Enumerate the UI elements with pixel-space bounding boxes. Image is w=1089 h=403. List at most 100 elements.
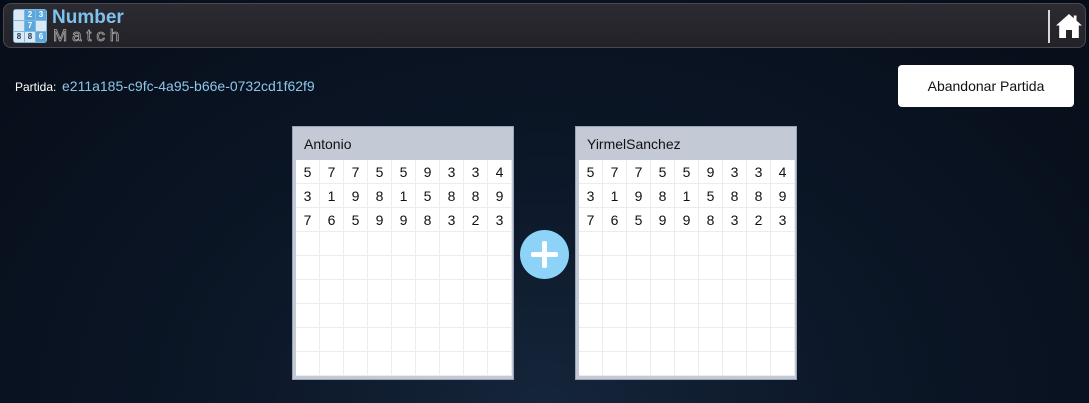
grid-cell[interactable] xyxy=(488,256,512,280)
grid-cell[interactable]: 2 xyxy=(464,208,488,232)
grid-cell[interactable]: 5 xyxy=(651,160,675,184)
grid-cell[interactable]: 9 xyxy=(392,208,416,232)
grid-cell[interactable]: 3 xyxy=(464,160,488,184)
grid-cell[interactable] xyxy=(416,352,440,376)
grid-cell[interactable]: 5 xyxy=(392,160,416,184)
grid-cell[interactable] xyxy=(771,352,795,376)
grid-cell[interactable]: 8 xyxy=(699,208,723,232)
grid-cell[interactable]: 8 xyxy=(723,184,747,208)
grid-cell[interactable] xyxy=(747,328,771,352)
grid-cell[interactable] xyxy=(579,232,603,256)
grid-cell[interactable]: 7 xyxy=(603,160,627,184)
grid-cell[interactable] xyxy=(723,232,747,256)
grid-cell[interactable] xyxy=(723,256,747,280)
home-button[interactable] xyxy=(1054,11,1084,41)
grid-cell[interactable] xyxy=(579,256,603,280)
grid-cell[interactable] xyxy=(440,232,464,256)
grid-cell[interactable] xyxy=(464,232,488,256)
grid-cell[interactable] xyxy=(747,304,771,328)
grid-cell[interactable] xyxy=(488,352,512,376)
grid-cell[interactable]: 3 xyxy=(579,184,603,208)
grid-cell[interactable] xyxy=(296,328,320,352)
grid-cell[interactable] xyxy=(603,328,627,352)
grid-cell[interactable]: 1 xyxy=(320,184,344,208)
grid-cell[interactable]: 3 xyxy=(723,160,747,184)
grid-cell[interactable]: 9 xyxy=(651,208,675,232)
grid-cell[interactable] xyxy=(627,256,651,280)
grid-cell[interactable] xyxy=(296,256,320,280)
grid-cell[interactable] xyxy=(392,352,416,376)
grid-cell[interactable] xyxy=(627,328,651,352)
grid-cell[interactable] xyxy=(651,280,675,304)
grid-cell[interactable] xyxy=(651,304,675,328)
grid-cell[interactable]: 3 xyxy=(488,208,512,232)
grid-cell[interactable] xyxy=(488,304,512,328)
grid-cell[interactable] xyxy=(440,304,464,328)
grid-cell[interactable] xyxy=(488,280,512,304)
grid-cell[interactable]: 9 xyxy=(675,208,699,232)
grid-cell[interactable] xyxy=(603,304,627,328)
grid-cell[interactable] xyxy=(627,352,651,376)
grid-cell[interactable]: 3 xyxy=(296,184,320,208)
grid-cell[interactable] xyxy=(675,304,699,328)
grid-cell[interactable] xyxy=(627,304,651,328)
grid-cell[interactable] xyxy=(344,280,368,304)
grid-cell[interactable]: 9 xyxy=(488,184,512,208)
grid-cell[interactable] xyxy=(723,352,747,376)
grid-cell[interactable]: 5 xyxy=(579,160,603,184)
grid-cell[interactable]: 9 xyxy=(699,160,723,184)
grid-cell[interactable]: 5 xyxy=(675,160,699,184)
grid-cell[interactable] xyxy=(699,256,723,280)
add-numbers-button[interactable] xyxy=(520,230,569,279)
grid-cell[interactable] xyxy=(368,352,392,376)
grid-cell[interactable]: 1 xyxy=(675,184,699,208)
grid-cell[interactable]: 9 xyxy=(771,184,795,208)
grid-cell[interactable] xyxy=(488,232,512,256)
grid-cell[interactable] xyxy=(579,328,603,352)
grid-cell[interactable] xyxy=(392,328,416,352)
grid-cell[interactable] xyxy=(320,232,344,256)
grid-cell[interactable] xyxy=(368,280,392,304)
grid-cell[interactable] xyxy=(320,352,344,376)
grid-cell[interactable]: 5 xyxy=(296,160,320,184)
grid-cell[interactable] xyxy=(392,304,416,328)
grid-cell[interactable] xyxy=(675,256,699,280)
grid-cell[interactable] xyxy=(699,304,723,328)
grid-cell[interactable] xyxy=(603,232,627,256)
grid-cell[interactable]: 5 xyxy=(416,184,440,208)
grid-cell[interactable] xyxy=(771,232,795,256)
grid-cell[interactable] xyxy=(464,256,488,280)
grid-cell[interactable]: 1 xyxy=(392,184,416,208)
grid-cell[interactable]: 6 xyxy=(320,208,344,232)
grid-cell[interactable] xyxy=(651,232,675,256)
grid-cell[interactable] xyxy=(416,256,440,280)
grid-cell[interactable] xyxy=(675,328,699,352)
grid-cell[interactable] xyxy=(320,280,344,304)
grid-cell[interactable]: 9 xyxy=(416,160,440,184)
grid-cell[interactable]: 7 xyxy=(296,208,320,232)
grid-cell[interactable]: 1 xyxy=(603,184,627,208)
grid-cell[interactable] xyxy=(368,304,392,328)
grid-cell[interactable] xyxy=(440,352,464,376)
grid-cell[interactable]: 6 xyxy=(603,208,627,232)
grid-cell[interactable]: 3 xyxy=(723,208,747,232)
grid-cell[interactable] xyxy=(344,256,368,280)
grid-cell[interactable] xyxy=(344,304,368,328)
grid-cell[interactable]: 7 xyxy=(579,208,603,232)
grid-cell[interactable] xyxy=(747,280,771,304)
grid-cell[interactable] xyxy=(771,304,795,328)
grid-cell[interactable] xyxy=(344,352,368,376)
grid-cell[interactable] xyxy=(464,328,488,352)
grid-cell[interactable] xyxy=(440,256,464,280)
grid-cell[interactable] xyxy=(464,280,488,304)
grid-cell[interactable] xyxy=(392,232,416,256)
grid-cell[interactable] xyxy=(296,304,320,328)
grid-cell[interactable] xyxy=(603,352,627,376)
grid-cell[interactable] xyxy=(651,256,675,280)
grid-cell[interactable] xyxy=(771,328,795,352)
grid-cell[interactable] xyxy=(675,352,699,376)
grid-cell[interactable]: 8 xyxy=(747,184,771,208)
grid-cell[interactable]: 7 xyxy=(344,160,368,184)
grid-cell[interactable] xyxy=(416,280,440,304)
grid-cell[interactable] xyxy=(675,232,699,256)
